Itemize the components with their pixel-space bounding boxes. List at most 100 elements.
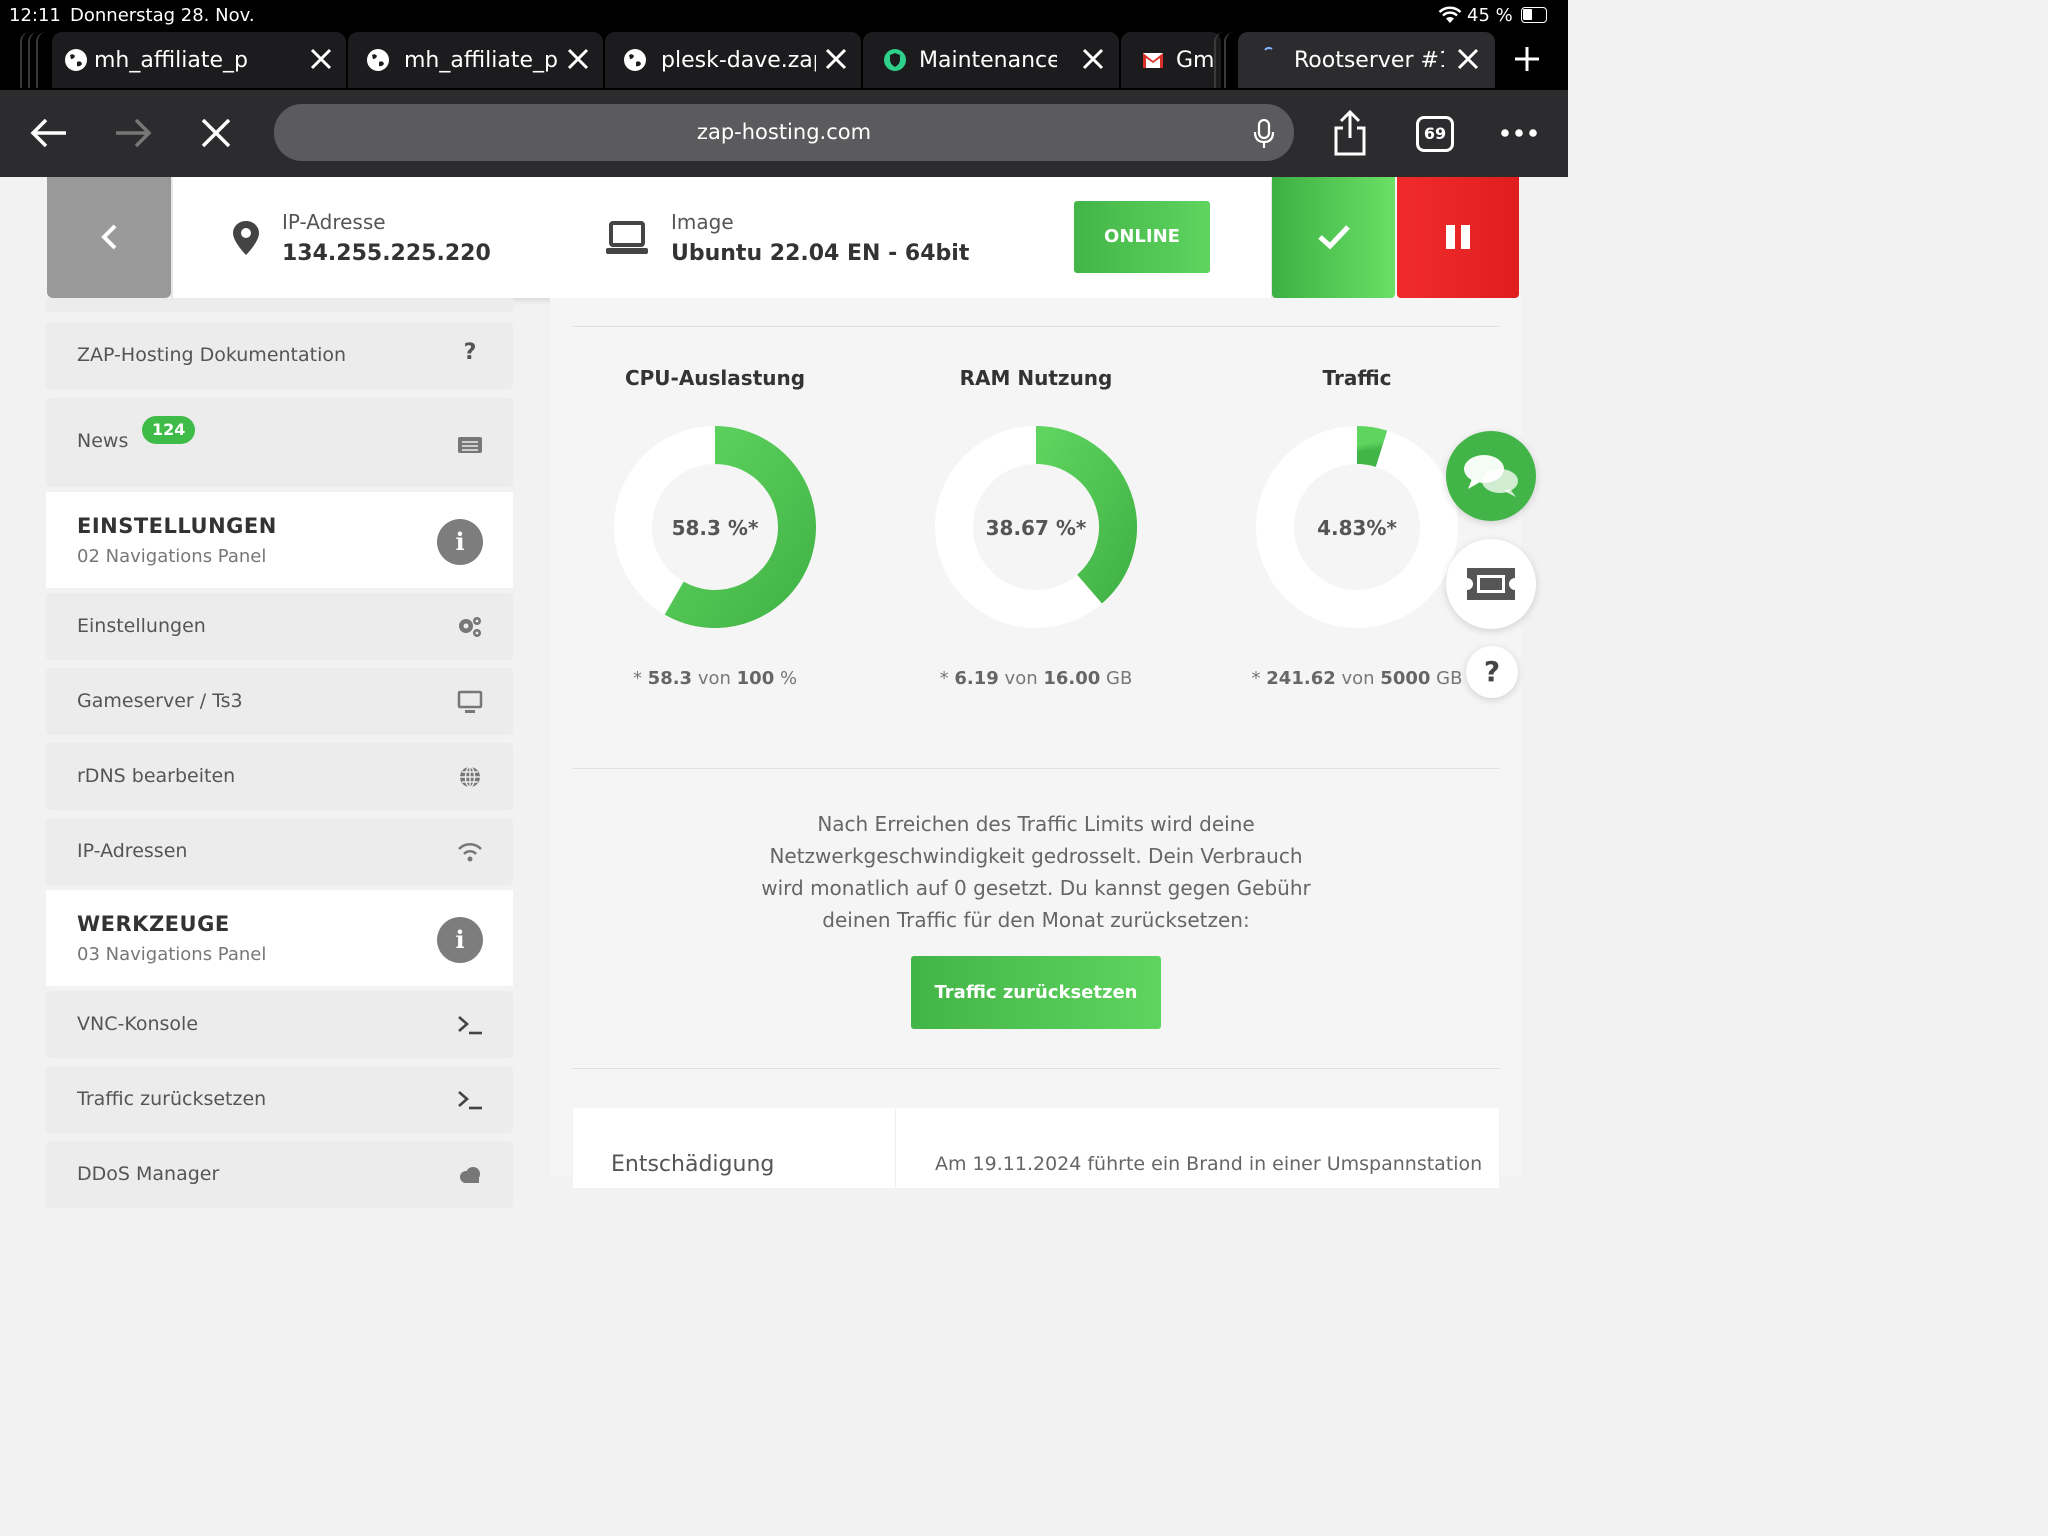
forward-arrow-icon[interactable] xyxy=(114,117,152,149)
ip-value: 134.255.225.220 xyxy=(282,241,491,266)
microphone-icon[interactable] xyxy=(1253,119,1275,149)
tab-count-button[interactable]: 69 xyxy=(1416,116,1454,152)
start-server-button[interactable] xyxy=(1272,177,1395,298)
divider xyxy=(573,1068,1499,1069)
new-tab-icon[interactable] xyxy=(1512,44,1542,74)
compensation-title: Entschädigung xyxy=(611,1152,775,1177)
browser-tab-bar: mh_affiliate_pa mh_affiliate_pa plesk-da… xyxy=(0,30,1568,90)
sidebar-item-ip-addresses[interactable]: IP-Adressen xyxy=(46,818,513,885)
divider xyxy=(573,768,1499,769)
close-tab-icon[interactable] xyxy=(1078,44,1108,74)
battery-icon xyxy=(1521,7,1547,23)
section-title: WERKZEUGE xyxy=(77,912,230,936)
browser-tab[interactable]: Maintenance - xyxy=(863,32,1119,88)
cpu-percent-label: 58.3 %* xyxy=(671,516,759,540)
compensation-card: Entschädigung Am 19.11.2024 führte ein B… xyxy=(573,1108,1499,1188)
tab-title: mh_affiliate_pa xyxy=(404,48,559,73)
cpu-title: CPU-Auslastung xyxy=(624,366,806,390)
info-icon[interactable]: i xyxy=(437,519,483,565)
monitor-icon xyxy=(457,690,483,713)
browser-tab[interactable]: Gma xyxy=(1121,32,1221,88)
browser-tab-active[interactable]: Rootserver #1 1 xyxy=(1238,32,1495,88)
sidebar-item-label: Einstellungen xyxy=(77,615,206,637)
globe-icon xyxy=(624,49,646,71)
image-value: Ubuntu 22.04 EN - 64bit xyxy=(671,241,970,266)
sidebar-item-label: IP-Adressen xyxy=(77,840,188,862)
gmail-icon xyxy=(1143,53,1163,68)
compensation-text: Am 19.11.2024 führte ein Brand in einer … xyxy=(935,1153,1483,1175)
close-tab-icon[interactable] xyxy=(821,44,851,74)
info-icon[interactable]: i xyxy=(437,917,483,963)
traffic-reset-button[interactable]: Traffic zurücksetzen xyxy=(911,956,1161,1029)
shield-icon xyxy=(884,49,906,71)
status-date: Donnerstag 28. Nov. xyxy=(70,5,255,26)
ip-label: IP-Adresse xyxy=(282,210,386,234)
browser-tab[interactable]: mh_affiliate_pa xyxy=(348,32,603,88)
traffic-title: Traffic xyxy=(1322,366,1392,390)
news-count-badge: 124 xyxy=(142,416,196,444)
stop-server-button[interactable] xyxy=(1397,177,1519,298)
globe-icon xyxy=(65,49,87,71)
browser-tab[interactable]: plesk-dave.zap xyxy=(605,32,861,88)
section-title: EINSTELLUNGEN xyxy=(77,514,277,538)
sidebar-item-partial xyxy=(46,298,513,312)
share-icon[interactable] xyxy=(1332,110,1368,156)
ram-usage-detail: * 6.19 von 16.00 GB xyxy=(939,668,1133,689)
battery-percent: 45 % xyxy=(1467,5,1513,26)
tab-title: plesk-dave.zap xyxy=(661,48,816,73)
sidebar-item-label: ZAP-Hosting Dokumentation xyxy=(77,344,347,366)
traffic-usage-detail: * 241.62 von 5000 GB xyxy=(1251,668,1463,689)
help-button[interactable]: ? xyxy=(1466,646,1518,698)
chat-button[interactable] xyxy=(1446,431,1536,521)
url-text: zap-hosting.com xyxy=(696,120,872,144)
sidebar-item-label: Gameserver / Ts3 xyxy=(77,690,243,712)
back-button[interactable] xyxy=(47,177,171,298)
sidebar-item-gameserver[interactable]: Gameserver / Ts3 xyxy=(46,668,513,735)
close-tab-icon[interactable] xyxy=(306,44,336,74)
globe-icon xyxy=(460,766,480,788)
sidebar-item-traffic-reset[interactable]: Traffic zurücksetzen xyxy=(46,1066,513,1133)
sidebar-item-label: DDoS Manager xyxy=(77,1163,220,1185)
divider xyxy=(573,326,1499,327)
sidebar-item-news[interactable]: News 124 xyxy=(46,398,513,487)
terminal-icon xyxy=(458,1091,482,1110)
tools-section-header: WERKZEUGE 03 Navigations Panel i xyxy=(46,890,513,986)
ram-title: RAM Nutzung xyxy=(959,366,1113,390)
close-tab-icon[interactable] xyxy=(563,44,593,74)
sidebar-item-label: News xyxy=(77,430,129,452)
wifi-icon xyxy=(458,842,482,862)
question-icon: ? xyxy=(1483,655,1501,688)
browser-toolbar: zap-hosting.com 69 xyxy=(0,90,1568,177)
more-options-icon[interactable] xyxy=(1500,128,1538,138)
laptop-icon xyxy=(606,221,648,254)
ticket-button[interactable] xyxy=(1446,539,1536,629)
close-tab-icon[interactable] xyxy=(1453,44,1483,74)
location-pin-icon xyxy=(233,221,259,255)
server-info-bar: IP-Adresse 134.255.225.220 Image Ubuntu … xyxy=(173,177,1271,298)
checkmark-icon xyxy=(1318,225,1350,250)
sidebar-item-documentation[interactable]: ZAP-Hosting Dokumentation ? xyxy=(46,322,513,389)
loading-spinner-icon xyxy=(1264,47,1273,51)
cloud-icon xyxy=(460,1167,480,1183)
divider xyxy=(895,1108,896,1188)
tab-title: Gma xyxy=(1176,48,1216,73)
newspaper-icon xyxy=(458,437,482,453)
cpu-usage-detail: * 58.3 von 100 % xyxy=(632,668,798,689)
status-time: 12:11 xyxy=(9,5,61,26)
sidebar-item-settings[interactable]: Einstellungen xyxy=(46,593,513,660)
browser-tab[interactable]: mh_affiliate_pa xyxy=(52,32,346,88)
pause-icon xyxy=(1446,225,1470,249)
terminal-icon xyxy=(458,1016,482,1035)
sidebar-item-ddos-manager[interactable]: DDoS Manager xyxy=(46,1141,513,1208)
address-bar[interactable]: zap-hosting.com xyxy=(274,104,1294,161)
sidebar-item-rdns[interactable]: rDNS bearbeiten xyxy=(46,743,513,810)
chat-bubbles-icon xyxy=(1464,455,1518,497)
stop-loading-icon[interactable] xyxy=(200,117,232,149)
back-arrow-icon[interactable] xyxy=(30,117,68,149)
tab-title: Rootserver #1 1 xyxy=(1294,48,1444,73)
chevron-left-icon xyxy=(101,224,117,250)
globe-icon xyxy=(367,49,389,71)
sidebar-item-vnc-console[interactable]: VNC-Konsole xyxy=(46,991,513,1058)
section-subtitle: 03 Navigations Panel xyxy=(77,944,267,965)
image-label: Image xyxy=(671,210,734,234)
